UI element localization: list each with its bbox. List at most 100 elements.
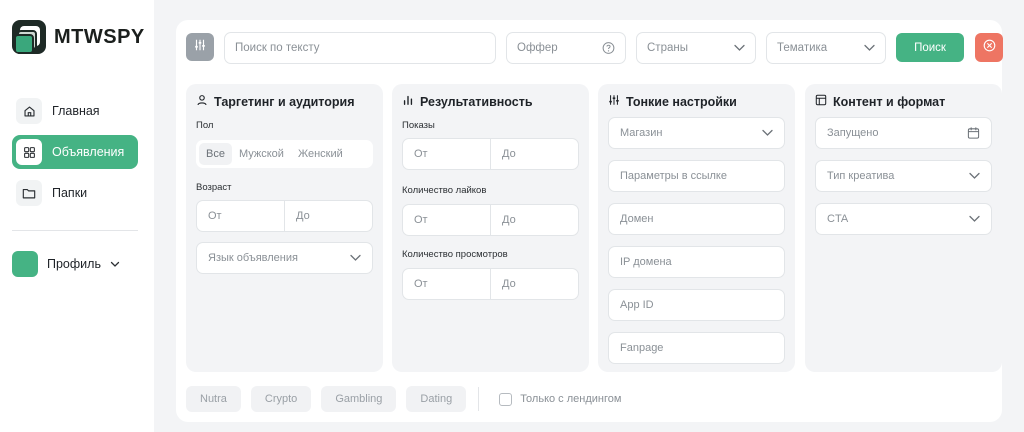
fanpage-input[interactable]: Fanpage [608,332,785,364]
topic-select[interactable]: Тематика [766,32,886,64]
landing-only-checkbox[interactable]: Только с лендингом [499,392,621,406]
chevron-down-icon [762,129,773,137]
topic-label: Тематика [777,42,828,54]
domain-ip-placeholder: IP домена [620,256,672,268]
sidebar-item-label: Объявления [52,145,125,159]
impressions-label: Показы [402,120,435,131]
card-title-text: Таргетинг и аудитория [214,94,355,109]
creative-type-select[interactable]: Тип креатива [815,160,992,192]
views-to-input[interactable]: До [490,269,578,299]
search-button[interactable]: Поиск [896,33,964,62]
age-to-input[interactable]: До [284,201,372,231]
launched-date-input[interactable]: Запущено [815,117,992,149]
likes-range: От До [402,204,579,236]
sidebar-item-label: Главная [52,104,100,118]
impressions-from-input[interactable]: От [403,139,490,169]
targeting-card: Таргетинг и аудитория Пол Все Мужской Же… [186,84,383,372]
gender-option-all[interactable]: Все [199,143,232,165]
chevron-down-icon [969,172,980,180]
profile-menu[interactable]: Профиль [12,251,120,277]
sidebar-item-ads[interactable]: Объявления [12,135,138,169]
app-id-input[interactable]: App ID [608,289,785,321]
offer-input[interactable]: Оффер [506,32,626,64]
card-title-text: Контент и формат [833,94,946,109]
search-bar: Поиск по тексту Оффер Страны Тематика По… [186,32,1003,64]
chevron-down-icon [350,254,361,262]
offer-placeholder: Оффер [517,42,558,54]
countries-label: Страны [647,42,688,54]
store-select[interactable]: Магазин [608,117,785,149]
likes-from-input[interactable]: От [403,205,490,235]
brand-name: MTWSPY [54,25,145,48]
bar-chart-icon [402,94,414,109]
help-icon[interactable] [602,42,615,55]
performance-title: Результативность [402,94,533,109]
chevron-down-icon [734,44,745,52]
language-select[interactable]: Язык объявления [196,242,373,274]
folder-icon [16,180,42,206]
sidebar: MTWSPY Главная Объявления Папки Профиль [0,0,154,432]
app-root: MTWSPY Главная Объявления Папки Профиль … [0,0,1024,432]
chevron-down-icon [110,257,120,271]
sidebar-item-folders[interactable]: Папки [12,176,138,210]
tag-nutra[interactable]: Nutra [186,386,241,412]
age-label: Возраст [196,182,232,193]
language-label: Язык объявления [208,252,298,264]
fine-settings-title: Тонкие настройки [608,94,737,109]
gender-label: Пол [196,120,214,131]
clear-filters-button[interactable] [975,33,1003,62]
avatar [12,251,38,277]
calendar-icon[interactable] [967,127,980,140]
sidebar-divider [12,230,138,231]
sidebar-item-home[interactable]: Главная [12,94,138,128]
card-title-text: Тонкие настройки [626,94,737,109]
likes-to-input[interactable]: До [490,205,578,235]
vertical-tags: Nutra Crypto Gambling Dating Только с ле… [186,386,621,412]
home-icon [16,98,42,124]
impressions-range: От До [402,138,579,170]
creative-type-label: Тип креатива [827,170,895,182]
cta-select[interactable]: CTA [815,203,992,235]
views-range: От До [402,268,579,300]
age-from-input[interactable]: От [197,201,284,231]
logo[interactable]: MTWSPY [12,20,145,54]
chevron-down-icon [969,215,980,223]
profile-label: Профиль [47,257,101,271]
card-title-text: Результативность [420,94,533,109]
domain-placeholder: Домен [620,213,654,225]
close-circle-icon [983,39,996,57]
age-range: От До [196,200,373,232]
cta-label: CTA [827,213,849,225]
gender-segmented: Все Мужской Женский [196,140,373,168]
app-id-placeholder: App ID [620,299,654,311]
impressions-to-input[interactable]: До [490,139,578,169]
sidebar-item-label: Папки [52,186,88,200]
gender-option-male[interactable]: Мужской [232,143,291,165]
tag-crypto[interactable]: Crypto [250,386,312,412]
likes-label: Количество лайков [402,185,487,196]
layout-icon [815,94,827,109]
tag-dating[interactable]: Dating [406,386,467,412]
search-input[interactable]: Поиск по тексту [224,32,496,64]
checkbox-box[interactable] [499,392,513,406]
sidebar-nav: Главная Объявления Папки [12,94,138,217]
filters-toggle-button[interactable] [186,33,214,61]
targeting-title: Таргетинг и аудитория [196,94,355,109]
user-icon [196,94,208,109]
grid-icon [16,139,42,165]
performance-card: Результативность Показы От До Количество… [392,84,589,372]
tag-gambling[interactable]: Gambling [321,386,397,412]
domain-ip-input[interactable]: IP домена [608,246,785,278]
launched-placeholder: Запущено [827,127,879,139]
content-format-title: Контент и формат [815,94,945,109]
link-params-input[interactable]: Параметры в ссылке [608,160,785,192]
sliders-icon [193,38,207,57]
domain-input[interactable]: Домен [608,203,785,235]
views-label: Количество просмотров [402,249,508,260]
gender-option-female[interactable]: Женский [291,143,350,165]
countries-select[interactable]: Страны [636,32,756,64]
sliders-icon [608,94,620,109]
fanpage-placeholder: Fanpage [620,342,664,354]
views-from-input[interactable]: От [403,269,490,299]
fine-settings-card: Тонкие настройки Магазин Параметры в ссы… [598,84,795,372]
